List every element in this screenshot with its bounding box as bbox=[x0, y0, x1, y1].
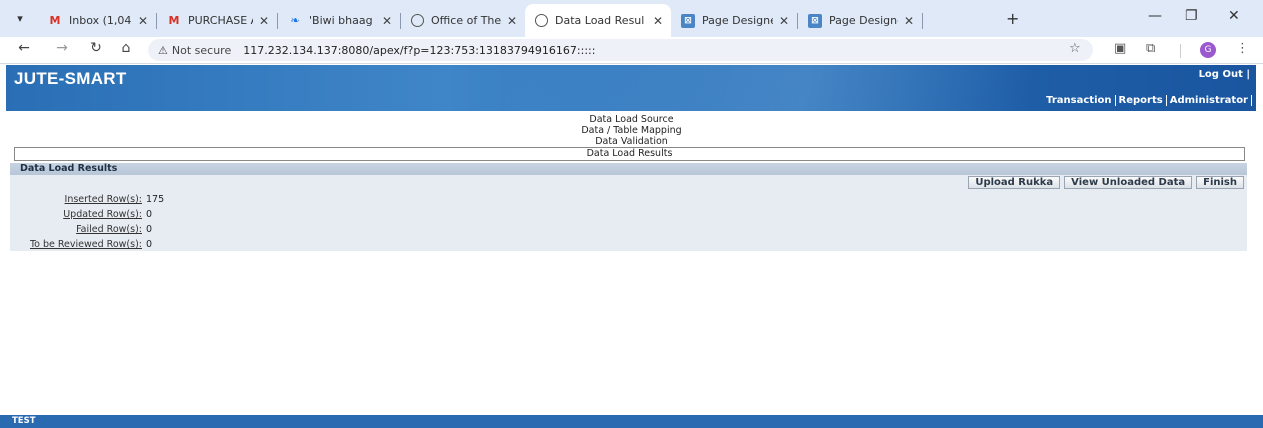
home-icon[interactable]: ⌂ bbox=[116, 40, 136, 56]
app-header: JUTE-SMART Log Out | Transaction Reports… bbox=[6, 65, 1256, 111]
close-icon[interactable]: ✕ bbox=[653, 14, 663, 28]
forward-icon[interactable]: → bbox=[52, 40, 72, 56]
address-bar[interactable]: ⚠ Not secure 117.232.134.137:8080/apex/f… bbox=[148, 39, 1093, 61]
app-logo[interactable]: JUTE-SMART bbox=[14, 69, 127, 89]
gmail-icon: M bbox=[49, 14, 61, 27]
logout-label[interactable]: Log Out bbox=[1199, 69, 1243, 80]
view-unloaded-data-button[interactable]: View Unloaded Data bbox=[1064, 176, 1193, 189]
wizard-step: Data Load Source bbox=[589, 114, 674, 125]
restore-icon[interactable]: ❐ bbox=[1185, 8, 1198, 24]
updated-rows-value: 0 bbox=[146, 209, 153, 220]
tab-title: Office of The Ju bbox=[431, 14, 501, 27]
reload-icon[interactable]: ↻ bbox=[86, 40, 106, 56]
tab-search-icon[interactable]: ▾ bbox=[10, 9, 30, 29]
finish-button[interactable]: Finish bbox=[1196, 176, 1244, 189]
tab-page-designer-1[interactable]: ⊠ Page Designer ✕ bbox=[671, 4, 797, 37]
top-nav: Transaction Reports Administrator bbox=[1043, 95, 1252, 106]
tab-page-designer-2[interactable]: ⊠ Page Designer ✕ bbox=[798, 4, 922, 37]
wizard-step: Data Validation bbox=[595, 136, 668, 147]
close-icon[interactable]: ✕ bbox=[904, 14, 914, 28]
data-load-results-region: Data Load Results Upload Rukka View Unlo… bbox=[10, 163, 1247, 251]
tab-title: Inbox (1,047) - c bbox=[69, 14, 132, 27]
extension-icon[interactable]: ▣ bbox=[1114, 41, 1126, 56]
url-text[interactable]: 117.232.134.137:8080/apex/f?p=123:753:13… bbox=[243, 44, 595, 57]
nav-administrator[interactable]: Administrator bbox=[1167, 95, 1252, 106]
window-close-icon[interactable]: ✕ bbox=[1228, 8, 1240, 24]
profile-avatar[interactable]: G bbox=[1200, 42, 1216, 58]
result-counts: Inserted Row(s): 175 Updated Row(s): 0 F… bbox=[10, 192, 164, 252]
tab-title: Page Designer bbox=[829, 14, 898, 27]
count-row-inserted: Inserted Row(s): 175 bbox=[10, 192, 165, 207]
page-designer-icon: ⊠ bbox=[681, 13, 695, 28]
minimize-icon[interactable]: — bbox=[1148, 8, 1162, 24]
wizard-step: Data / Table Mapping bbox=[581, 125, 682, 136]
page-designer-icon: ⊠ bbox=[808, 13, 822, 28]
browser-toolbar: ← → ↻ ⌂ ⚠ Not secure 117.232.134.137:808… bbox=[0, 37, 1263, 64]
count-row-review: To be Reviewed Row(s): 0 bbox=[10, 237, 164, 252]
close-icon[interactable]: ✕ bbox=[779, 14, 789, 28]
tab-title: Data Load Resul bbox=[555, 14, 645, 27]
globe-icon bbox=[535, 14, 548, 27]
button-bar: Upload Rukka View Unloaded Data Finish bbox=[968, 176, 1244, 189]
tab-list: M Inbox (1,047) - c ✕ M PURCHASE ADV ✕ ❧… bbox=[38, 4, 923, 37]
globe-icon bbox=[411, 14, 424, 27]
inserted-rows-value: 175 bbox=[146, 194, 165, 205]
review-rows-value: 0 bbox=[146, 239, 153, 250]
bookmark-star-icon[interactable]: ☆ bbox=[1069, 41, 1081, 56]
tab-office[interactable]: Office of The Ju ✕ bbox=[401, 4, 525, 37]
hindi-news-icon: ❧ bbox=[290, 14, 300, 27]
wizard-current-step: Data Load Results bbox=[14, 147, 1245, 161]
warning-icon[interactable]: ⚠ bbox=[158, 44, 168, 57]
tab-news[interactable]: ❧ 'Biwi bhaag jaye ✕ bbox=[278, 4, 400, 37]
failed-rows-value: 0 bbox=[146, 224, 153, 235]
menu-dots-icon[interactable]: ⋮ bbox=[1236, 41, 1249, 56]
browser-tab-strip: ▾ M Inbox (1,047) - c ✕ M PURCHASE ADV ✕… bbox=[0, 0, 1263, 37]
puzzle-icon[interactable]: ⧉ bbox=[1146, 41, 1155, 56]
tab-data-load-results[interactable]: Data Load Resul ✕ bbox=[525, 4, 671, 37]
security-label[interactable]: Not secure bbox=[172, 44, 231, 57]
nav-reports[interactable]: Reports bbox=[1116, 95, 1167, 106]
review-rows-link[interactable]: To be Reviewed Row(s): bbox=[10, 237, 142, 252]
tab-inbox[interactable]: M Inbox (1,047) - c ✕ bbox=[38, 4, 156, 37]
logout-link[interactable]: Log Out | bbox=[1199, 69, 1250, 80]
environment-footer: TEST bbox=[0, 415, 1263, 428]
tab-divider bbox=[922, 12, 923, 29]
back-icon[interactable]: ← bbox=[14, 40, 34, 56]
nav-transaction[interactable]: Transaction bbox=[1043, 95, 1116, 106]
close-icon[interactable]: ✕ bbox=[507, 14, 517, 28]
upload-rukka-button[interactable]: Upload Rukka bbox=[968, 176, 1061, 189]
close-icon[interactable]: ✕ bbox=[259, 14, 269, 28]
gmail-icon: M bbox=[168, 14, 180, 27]
wizard-progress: Data Load Source Data / Table Mapping Da… bbox=[0, 114, 1263, 147]
close-icon[interactable]: ✕ bbox=[138, 14, 148, 28]
failed-rows-link[interactable]: Failed Row(s): bbox=[10, 222, 142, 237]
inserted-rows-link[interactable]: Inserted Row(s): bbox=[10, 192, 142, 207]
region-title: Data Load Results bbox=[10, 163, 1247, 175]
tab-title: 'Biwi bhaag jaye bbox=[309, 14, 376, 27]
updated-rows-link[interactable]: Updated Row(s): bbox=[10, 207, 142, 222]
count-row-updated: Updated Row(s): 0 bbox=[10, 207, 164, 222]
tab-title: PURCHASE ADV bbox=[188, 14, 253, 27]
tab-title: Page Designer bbox=[702, 14, 773, 27]
toolbar-divider bbox=[1180, 44, 1181, 58]
new-tab-icon[interactable]: + bbox=[1006, 9, 1019, 28]
count-row-failed: Failed Row(s): 0 bbox=[10, 222, 164, 237]
close-icon[interactable]: ✕ bbox=[382, 14, 392, 28]
tab-purchase[interactable]: M PURCHASE ADV ✕ bbox=[157, 4, 277, 37]
